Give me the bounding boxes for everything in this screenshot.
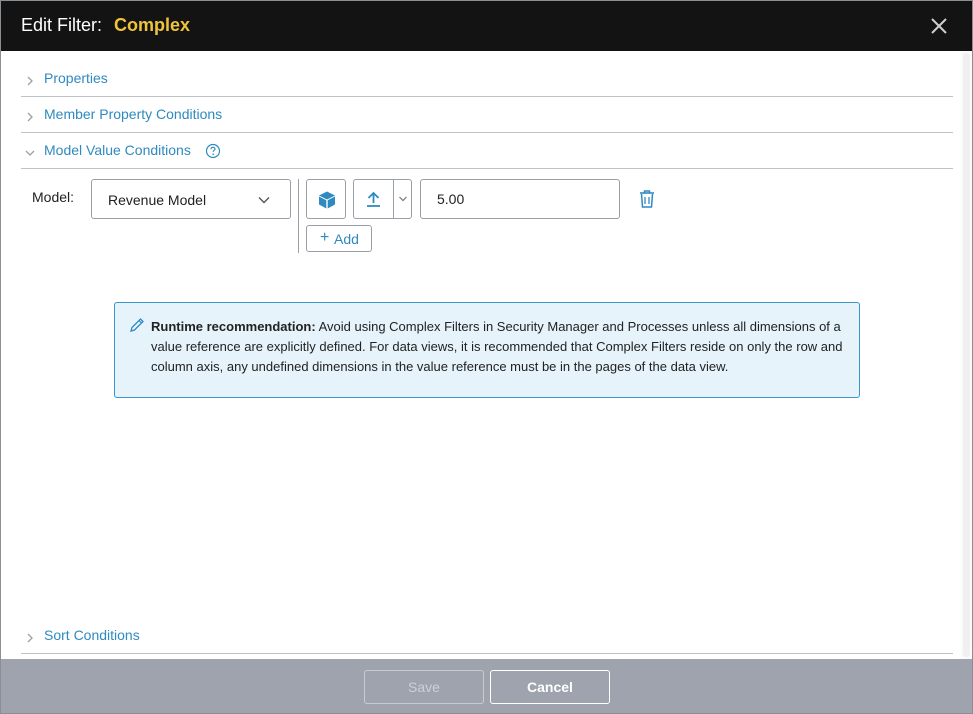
chevron-down-icon — [257, 193, 271, 207]
upload-arrow-button[interactable] — [354, 180, 393, 218]
add-condition-button[interactable]: + Add — [306, 225, 372, 252]
chevron-right-icon[interactable] — [25, 630, 35, 643]
section-member-property-conditions-label[interactable]: Member Property Conditions — [44, 106, 222, 122]
model-select[interactable]: Revenue Model — [91, 179, 291, 219]
chevron-right-icon[interactable] — [25, 73, 35, 86]
section-sort-conditions: Sort Conditions — [21, 618, 953, 654]
runtime-recommendation-text: Runtime recommendation: Avoid using Comp… — [151, 317, 851, 377]
model-select-value: Revenue Model — [108, 192, 207, 208]
trash-icon[interactable] — [638, 189, 656, 209]
split-button-dropdown[interactable] — [394, 180, 412, 218]
section-properties: Properties — [21, 61, 953, 97]
upload-arrow-icon — [367, 191, 380, 207]
sort-direction-split-button — [353, 179, 412, 219]
section-model-value-conditions-label[interactable]: Model Value Conditions — [44, 142, 191, 158]
chevron-down-icon[interactable] — [25, 145, 35, 156]
section-member-property-conditions: Member Property Conditions — [21, 97, 953, 133]
help-circle-icon[interactable] — [205, 143, 221, 159]
add-condition-label: Add — [334, 231, 359, 247]
dialog-header: Edit Filter: Complex — [1, 1, 972, 51]
value-input[interactable] — [420, 179, 620, 219]
edit-filter-dialog: Edit Filter: Complex Properties Member P… — [0, 0, 973, 714]
cube-button[interactable] — [306, 179, 346, 219]
pencil-icon — [129, 317, 145, 333]
filter-name: Complex — [114, 15, 191, 35]
cancel-button[interactable]: Cancel — [490, 670, 610, 704]
section-sort-conditions-label[interactable]: Sort Conditions — [44, 627, 140, 643]
save-button[interactable]: Save — [364, 670, 484, 704]
scrollbar-thumb[interactable] — [963, 53, 970, 657]
section-properties-label[interactable]: Properties — [44, 70, 108, 86]
chevron-right-icon[interactable] — [25, 109, 35, 122]
model-label: Model: — [32, 189, 75, 205]
dialog-footer: Save Cancel — [1, 659, 972, 713]
chevron-down-icon — [399, 196, 407, 202]
close-icon[interactable] — [928, 15, 950, 37]
runtime-recommendation-box: Runtime recommendation: Avoid using Comp… — [114, 302, 860, 398]
section-model-value-conditions: Model Value Conditions — [21, 133, 953, 169]
runtime-recommendation-heading: Runtime recommendation: — [151, 319, 316, 334]
plus-icon: + — [320, 229, 330, 246]
vertical-divider — [298, 179, 299, 253]
dialog-title-prefix: Edit Filter: — [21, 15, 103, 35]
cube-icon — [319, 191, 335, 209]
